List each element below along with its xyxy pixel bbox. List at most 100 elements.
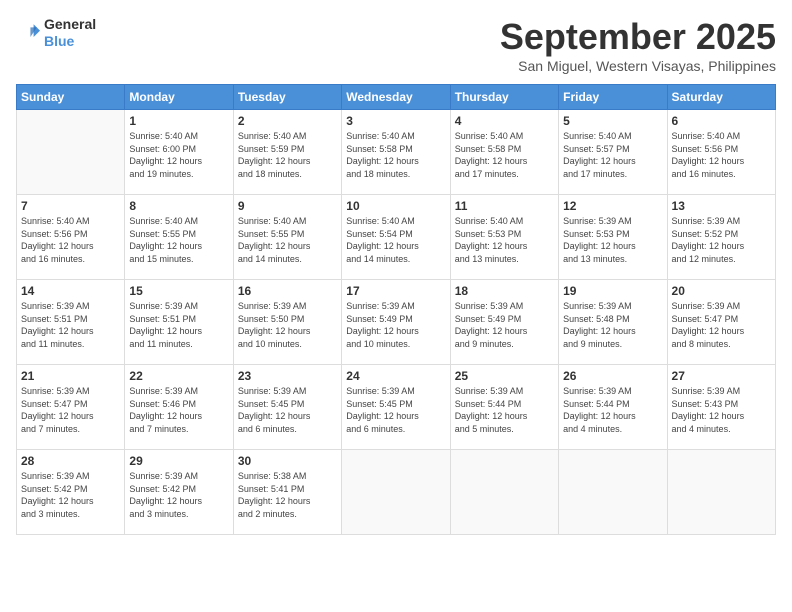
calendar-cell: 8Sunrise: 5:40 AM Sunset: 5:55 PM Daylig…: [125, 195, 233, 280]
calendar-cell: 2Sunrise: 5:40 AM Sunset: 5:59 PM Daylig…: [233, 110, 341, 195]
calendar-cell: 16 Sunrise: 5:39 AM Sunset: 5:50 PM Dayli…: [233, 280, 341, 365]
day-number: 13: [672, 199, 771, 213]
calendar-cell: 29 Sunrise: 5:39 AM Sunset: 5:42 PM Dayli…: [125, 450, 233, 535]
day-number: 18: [455, 284, 554, 298]
calendar-cell: 23 Sunrise: 5:39 AM Sunset: 5:45 PM Dayli…: [233, 365, 341, 450]
day-number: 19: [563, 284, 662, 298]
day-info: Sunrise: 5:39 AM Sunset: 5:47 PM Dayligh…: [21, 385, 120, 435]
day-info: Sunrise: 5:39 AM Sunset: 5:42 PM Dayligh…: [21, 470, 120, 520]
calendar-header-row: SundayMondayTuesdayWednesdayThursdayFrid…: [17, 85, 776, 110]
day-info: Sunrise: 5:39 AM Sunset: 5:48 PM Dayligh…: [563, 300, 662, 350]
day-info: Sunrise: 5:39 AM Sunset: 5:49 PM Dayligh…: [346, 300, 445, 350]
day-number: 23: [238, 369, 337, 383]
week-row-1: 1Sunrise: 5:40 AM Sunset: 6:00 PM Daylig…: [17, 110, 776, 195]
day-info: Sunrise: 5:39 AM Sunset: 5:46 PM Dayligh…: [129, 385, 228, 435]
calendar-cell: [559, 450, 667, 535]
day-number: 17: [346, 284, 445, 298]
week-row-4: 21 Sunrise: 5:39 AM Sunset: 5:47 PM Dayli…: [17, 365, 776, 450]
week-row-5: 28 Sunrise: 5:39 AM Sunset: 5:42 PM Dayli…: [17, 450, 776, 535]
day-number: 22: [129, 369, 228, 383]
day-number: 10: [346, 199, 445, 213]
column-header-monday: Monday: [125, 85, 233, 110]
calendar-cell: 11 Sunrise: 5:40 AM Sunset: 5:53 PM Dayli…: [450, 195, 558, 280]
logo: General Blue: [16, 16, 96, 50]
day-number: 30: [238, 454, 337, 468]
calendar-cell: 1Sunrise: 5:40 AM Sunset: 6:00 PM Daylig…: [125, 110, 233, 195]
column-header-sunday: Sunday: [17, 85, 125, 110]
calendar-cell: [17, 110, 125, 195]
calendar-cell: 30Sunrise: 5:38 AM Sunset: 5:41 PM Dayli…: [233, 450, 341, 535]
day-info: Sunrise: 5:39 AM Sunset: 5:44 PM Dayligh…: [563, 385, 662, 435]
day-number: 25: [455, 369, 554, 383]
day-info: Sunrise: 5:39 AM Sunset: 5:42 PM Dayligh…: [129, 470, 228, 520]
logo-line1: General: [44, 16, 96, 33]
column-header-tuesday: Tuesday: [233, 85, 341, 110]
day-info: Sunrise: 5:40 AM Sunset: 5:56 PM Dayligh…: [672, 130, 771, 180]
calendar-cell: 26 Sunrise: 5:39 AM Sunset: 5:44 PM Dayli…: [559, 365, 667, 450]
title-area: September 2025 San Miguel, Western Visay…: [500, 16, 776, 74]
calendar-table: SundayMondayTuesdayWednesdayThursdayFrid…: [16, 84, 776, 535]
day-info: Sunrise: 5:39 AM Sunset: 5:52 PM Dayligh…: [672, 215, 771, 265]
day-number: 26: [563, 369, 662, 383]
day-info: Sunrise: 5:39 AM Sunset: 5:47 PM Dayligh…: [672, 300, 771, 350]
day-number: 6: [672, 114, 771, 128]
day-number: 9: [238, 199, 337, 213]
calendar-cell: 22 Sunrise: 5:39 AM Sunset: 5:46 PM Dayli…: [125, 365, 233, 450]
day-number: 12: [563, 199, 662, 213]
column-header-wednesday: Wednesday: [342, 85, 450, 110]
day-info: Sunrise: 5:39 AM Sunset: 5:45 PM Dayligh…: [238, 385, 337, 435]
calendar-cell: 21 Sunrise: 5:39 AM Sunset: 5:47 PM Dayli…: [17, 365, 125, 450]
week-row-3: 14 Sunrise: 5:39 AM Sunset: 5:51 PM Dayli…: [17, 280, 776, 365]
day-info: Sunrise: 5:39 AM Sunset: 5:50 PM Dayligh…: [238, 300, 337, 350]
day-info: Sunrise: 5:40 AM Sunset: 5:55 PM Dayligh…: [238, 215, 337, 265]
day-info: Sunrise: 5:40 AM Sunset: 5:58 PM Dayligh…: [346, 130, 445, 180]
column-header-friday: Friday: [559, 85, 667, 110]
calendar-cell: 7 Sunrise: 5:40 AM Sunset: 5:56 PM Daylig…: [17, 195, 125, 280]
day-info: Sunrise: 5:40 AM Sunset: 5:58 PM Dayligh…: [455, 130, 554, 180]
calendar-cell: 14 Sunrise: 5:39 AM Sunset: 5:51 PM Dayli…: [17, 280, 125, 365]
day-number: 3: [346, 114, 445, 128]
calendar-cell: 13 Sunrise: 5:39 AM Sunset: 5:52 PM Dayli…: [667, 195, 775, 280]
calendar-cell: 4Sunrise: 5:40 AM Sunset: 5:58 PM Daylig…: [450, 110, 558, 195]
day-number: 8: [129, 199, 228, 213]
calendar-cell: 20 Sunrise: 5:39 AM Sunset: 5:47 PM Dayli…: [667, 280, 775, 365]
calendar-cell: 28 Sunrise: 5:39 AM Sunset: 5:42 PM Dayli…: [17, 450, 125, 535]
day-number: 28: [21, 454, 120, 468]
calendar-cell: [450, 450, 558, 535]
calendar-cell: 5Sunrise: 5:40 AM Sunset: 5:57 PM Daylig…: [559, 110, 667, 195]
location: San Miguel, Western Visayas, Philippines: [500, 58, 776, 74]
calendar-cell: [667, 450, 775, 535]
day-number: 7: [21, 199, 120, 213]
day-info: Sunrise: 5:39 AM Sunset: 5:53 PM Dayligh…: [563, 215, 662, 265]
calendar-cell: 24 Sunrise: 5:39 AM Sunset: 5:45 PM Dayli…: [342, 365, 450, 450]
calendar-cell: 3 Sunrise: 5:40 AM Sunset: 5:58 PM Daylig…: [342, 110, 450, 195]
day-number: 21: [21, 369, 120, 383]
logo-icon: [16, 21, 40, 45]
day-info: Sunrise: 5:40 AM Sunset: 5:57 PM Dayligh…: [563, 130, 662, 180]
day-number: 20: [672, 284, 771, 298]
logo-text: General Blue: [44, 16, 96, 50]
day-info: Sunrise: 5:40 AM Sunset: 5:56 PM Dayligh…: [21, 215, 120, 265]
day-number: 16: [238, 284, 337, 298]
day-info: Sunrise: 5:39 AM Sunset: 5:49 PM Dayligh…: [455, 300, 554, 350]
week-row-2: 7 Sunrise: 5:40 AM Sunset: 5:56 PM Daylig…: [17, 195, 776, 280]
calendar-cell: 19 Sunrise: 5:39 AM Sunset: 5:48 PM Dayli…: [559, 280, 667, 365]
logo-line2: Blue: [44, 33, 96, 50]
day-info: Sunrise: 5:40 AM Sunset: 6:00 PM Dayligh…: [129, 130, 228, 180]
day-number: 11: [455, 199, 554, 213]
day-number: 14: [21, 284, 120, 298]
day-info: Sunrise: 5:39 AM Sunset: 5:51 PM Dayligh…: [21, 300, 120, 350]
day-number: 29: [129, 454, 228, 468]
day-number: 24: [346, 369, 445, 383]
day-info: Sunrise: 5:40 AM Sunset: 5:53 PM Dayligh…: [455, 215, 554, 265]
day-info: Sunrise: 5:39 AM Sunset: 5:44 PM Dayligh…: [455, 385, 554, 435]
calendar-cell: 25 Sunrise: 5:39 AM Sunset: 5:44 PM Dayli…: [450, 365, 558, 450]
day-info: Sunrise: 5:39 AM Sunset: 5:45 PM Dayligh…: [346, 385, 445, 435]
day-number: 2: [238, 114, 337, 128]
column-header-thursday: Thursday: [450, 85, 558, 110]
day-info: Sunrise: 5:40 AM Sunset: 5:54 PM Dayligh…: [346, 215, 445, 265]
calendar-cell: 17 Sunrise: 5:39 AM Sunset: 5:49 PM Dayli…: [342, 280, 450, 365]
calendar-cell: 12 Sunrise: 5:39 AM Sunset: 5:53 PM Dayli…: [559, 195, 667, 280]
calendar-cell: 10 Sunrise: 5:40 AM Sunset: 5:54 PM Dayli…: [342, 195, 450, 280]
calendar-cell: [342, 450, 450, 535]
